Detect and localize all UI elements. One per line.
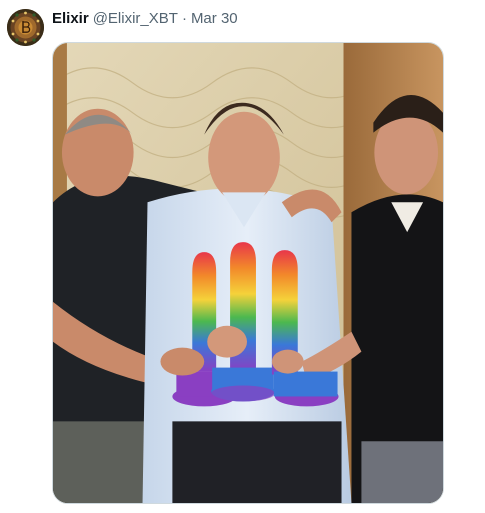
user-avatar[interactable]: [7, 9, 44, 46]
photo-illustration: [53, 43, 443, 503]
bitcoin-emblem-icon: [7, 9, 44, 46]
display-name[interactable]: Elixir: [52, 10, 89, 28]
separator-dot: ·: [181, 10, 187, 27]
tweet-header: Elixir @Elixir_XBT · Mar 30: [52, 10, 238, 28]
user-handle[interactable]: @Elixir_XBT: [93, 10, 178, 28]
tweet-card: Elixir @Elixir_XBT · Mar 30: [0, 0, 485, 513]
tweet-date[interactable]: Mar 30: [191, 10, 238, 28]
tweet-photo[interactable]: [52, 42, 444, 504]
